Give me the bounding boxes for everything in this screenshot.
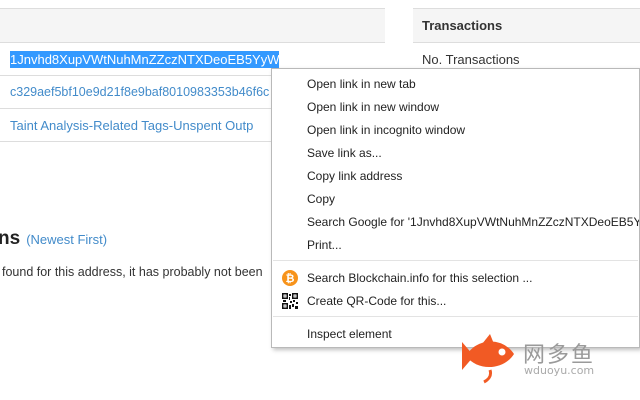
menu-copy[interactable]: Copy [272, 187, 639, 210]
menu-search-blockchain[interactable]: ₿ Search Blockchain.info for this select… [272, 266, 639, 289]
menu-print[interactable]: Print... [272, 233, 639, 256]
menu-separator [273, 316, 638, 317]
menu-open-incognito[interactable]: Open link in incognito window [272, 118, 639, 141]
menu-open-new-tab[interactable]: Open link in new tab [272, 72, 639, 95]
no-transactions-notice: found for this address, it has probably … [2, 265, 263, 279]
hash160-link[interactable]: c329aef5bf10e9d21f8e9baf8010983353b46f6c [10, 85, 269, 99]
menu-separator [273, 260, 638, 261]
menu-search-blockchain-label: Search Blockchain.info for this selectio… [307, 270, 533, 285]
summary-header [0, 8, 385, 43]
watermark: 网多鱼 wduoyu.com [460, 330, 640, 385]
transactions-table: Transactions No. Transactions [413, 8, 640, 76]
transactions-section-title: ns (Newest First) [0, 228, 107, 250]
unspent-outputs-link[interactable]: Unspent Outp [173, 118, 253, 133]
menu-search-google[interactable]: Search Google for '1Jnvhd8XupVWtNuhMnZZc… [272, 210, 639, 233]
address-link[interactable]: 1Jnvhd8XupVWtNuhMnZZczNTXDeoEB5YyW [10, 50, 280, 68]
newest-first-link[interactable]: (Newest First) [26, 232, 107, 247]
qr-code-icon [282, 293, 298, 309]
bitcoin-icon: ₿ [282, 270, 298, 286]
related-tags-link[interactable]: Related Tags [93, 118, 169, 133]
fish-logo-icon [462, 334, 514, 384]
menu-create-qr-code[interactable]: Create QR-Code for this... [272, 289, 639, 312]
watermark-subtext: wduoyu.com [524, 364, 595, 377]
menu-save-link[interactable]: Save link as... [272, 141, 639, 164]
taint-analysis-link[interactable]: Taint Analysis [10, 118, 89, 133]
menu-copy-link-address[interactable]: Copy link address [272, 164, 639, 187]
menu-open-new-window[interactable]: Open link in new window [272, 95, 639, 118]
context-menu: Open link in new tab Open link in new wi… [271, 68, 640, 348]
section-title-text: ns [0, 228, 21, 249]
transactions-header: Transactions [413, 8, 640, 43]
menu-create-qr-code-label: Create QR-Code for this... [307, 293, 447, 308]
